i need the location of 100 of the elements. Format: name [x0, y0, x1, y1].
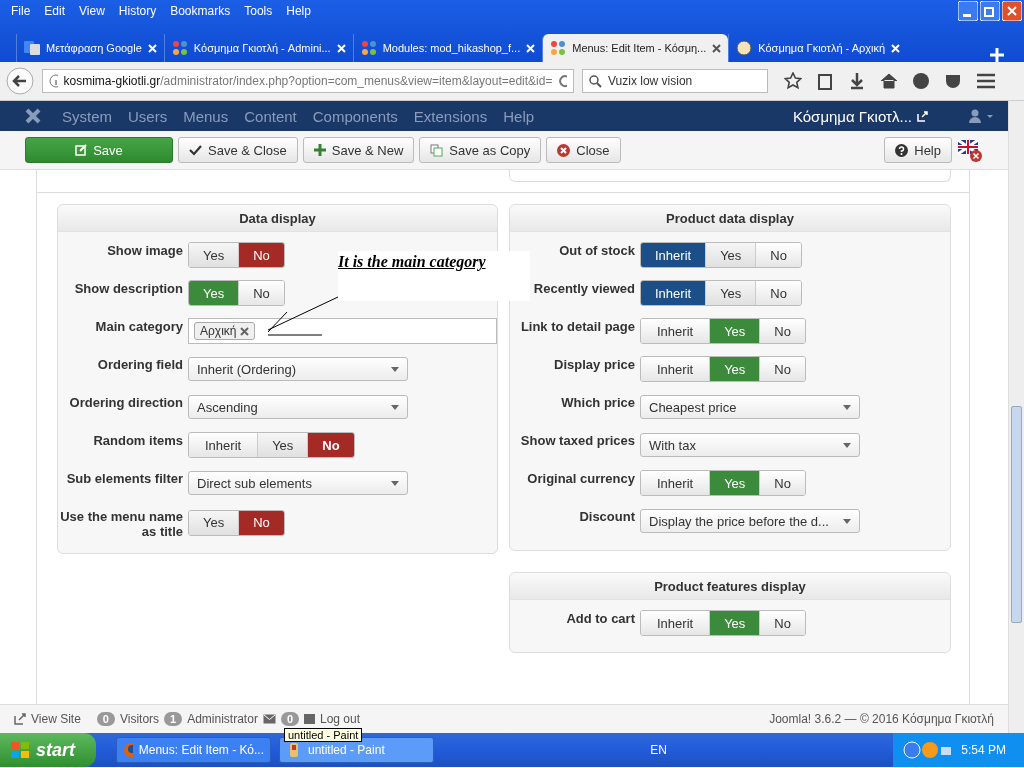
edit-icon [75, 144, 88, 156]
dropdown-caret-icon [391, 404, 399, 410]
toggle-option[interactable]: No [308, 433, 354, 457]
firefox-icon [123, 742, 133, 758]
home-icon[interactable] [880, 72, 898, 90]
scrollbar[interactable] [1008, 101, 1024, 733]
toggle-option[interactable]: No [756, 281, 801, 305]
toolbar-button[interactable]: Save [25, 137, 173, 163]
menu-icon[interactable] [976, 72, 996, 90]
help-icon [895, 143, 909, 157]
toggle-option[interactable]: Inherit [641, 471, 711, 495]
toggle-option[interactable]: Yes [710, 471, 761, 495]
admin-menu-item[interactable]: System [54, 107, 120, 125]
copy-icon [430, 143, 444, 157]
field-label: Show image [106, 242, 184, 258]
annotation-text: It is the main category [338, 253, 486, 271]
field-label: Show description [73, 280, 184, 296]
flag-icon[interactable] [957, 137, 983, 163]
menu-item[interactable]: Tools [237, 4, 280, 18]
menu-item[interactable]: File [4, 4, 38, 18]
toolbar-button[interactable]: Close [546, 137, 621, 163]
toggle-option[interactable]: Inherit [641, 319, 711, 343]
restore-icon[interactable] [980, 1, 1000, 21]
toolbar-button[interactable]: Save & Close [178, 137, 298, 163]
toggle-option[interactable]: No [239, 281, 284, 305]
admin-menu-item[interactable]: Components [304, 107, 406, 125]
remove-icon[interactable] [240, 326, 250, 336]
toggle-option[interactable]: Yes [710, 319, 761, 343]
toggle-option[interactable]: Inherit [641, 611, 711, 635]
browser-tab[interactable]: Menus: Edit Item - Κόσμη... [542, 34, 729, 62]
admin-menu-item[interactable]: Menus [175, 107, 237, 125]
dropdown[interactable]: Ascending [188, 395, 408, 419]
dropdown[interactable]: Inherit (Ordering) [188, 357, 408, 381]
toggle-option[interactable]: No [756, 243, 801, 267]
toggle-option[interactable]: No [760, 319, 805, 343]
toggle-option[interactable]: No [760, 611, 805, 635]
view-site-link[interactable]: View Site [31, 712, 81, 726]
toggle-option[interactable]: Yes [706, 281, 757, 305]
tag-input-field[interactable]: Αρχική [188, 318, 497, 344]
user-icon[interactable] [968, 109, 994, 123]
logout-link[interactable]: Log out [320, 712, 361, 726]
dropdown-caret-icon [843, 404, 851, 410]
address-bar[interactable]: kosmima-gkiotli.gr/administrator/index.php?option=com_menus&view=item&layout=edit&id= [42, 69, 574, 93]
minimize-icon[interactable] [958, 1, 978, 21]
clock: 5:54 PM [961, 743, 1006, 757]
dropdown[interactable]: Display the price before the d... [640, 509, 860, 533]
count-badge: 0 [280, 712, 299, 726]
menu-item[interactable]: Help [279, 4, 318, 18]
tray-icons[interactable] [903, 741, 954, 759]
language-indicator[interactable]: EN [650, 743, 667, 757]
toggle-option[interactable]: No [239, 243, 284, 267]
download-icon[interactable] [848, 72, 866, 90]
star-icon[interactable] [784, 72, 802, 90]
toggle-option[interactable]: No [239, 510, 284, 535]
site-link[interactable]: Κόσμημα Γκιοτλ... [792, 107, 912, 125]
toggle-option[interactable]: Inherit [641, 243, 707, 267]
menu-item[interactable]: View [72, 4, 112, 18]
toggle-option[interactable]: Inherit [189, 433, 259, 457]
footer-text: Joomla! 3.6.2 — © 2016 Κόσμημα Γκιοτλή [769, 712, 994, 726]
toggle-option[interactable]: No [760, 471, 805, 495]
toggle-option[interactable]: Yes [710, 357, 761, 381]
admin-menu-item[interactable]: Content [236, 107, 305, 125]
taskbar-button[interactable]: Menus: Edit Item - Κό... [116, 737, 271, 763]
toggle-option[interactable]: Inherit [641, 281, 707, 305]
toggle-option[interactable]: Yes [258, 433, 309, 457]
field-label: Which price [560, 394, 636, 410]
help-button[interactable]: Help [884, 137, 952, 163]
dropdown[interactable]: Cheapest price [640, 395, 860, 419]
admin-menu-item[interactable]: Users [120, 107, 176, 125]
reload-icon[interactable] [558, 74, 567, 88]
windows-flag-icon [10, 741, 30, 759]
toggle-option[interactable]: Yes [189, 510, 240, 535]
dropdown[interactable]: With tax [640, 433, 860, 457]
toggle-option[interactable]: Yes [189, 281, 240, 305]
toggle-option[interactable]: Yes [189, 243, 240, 267]
check-icon [189, 144, 202, 156]
logout-icon [304, 714, 315, 724]
menu-item[interactable]: History [111, 4, 164, 18]
joomla-icon[interactable] [24, 107, 42, 125]
admin-menu-item[interactable]: Extensions [405, 107, 496, 125]
toolbar-button[interactable]: Save as Copy [419, 137, 542, 163]
mail-icon [262, 714, 276, 724]
dropdown[interactable]: Direct sub elements [188, 471, 408, 495]
toggle-option[interactable]: Yes [706, 243, 757, 267]
toggle-option[interactable]: Yes [710, 611, 761, 635]
field-label: Link to detail page [519, 318, 636, 334]
plus-icon[interactable] [990, 48, 1004, 62]
close-icon[interactable] [712, 43, 722, 53]
search-field[interactable]: Vuzix low vision [582, 69, 768, 93]
toolbar-button[interactable]: Save & New [302, 137, 415, 163]
dropdown-caret-icon [391, 366, 399, 372]
field-label: Recently viewed [532, 280, 636, 296]
menu-item[interactable]: Edit [37, 4, 73, 18]
dropdown-caret-icon [391, 480, 399, 486]
back-icon[interactable] [6, 67, 34, 95]
toggle-option[interactable]: Inherit [641, 357, 711, 381]
admin-menu-item[interactable]: Help [495, 107, 543, 125]
menu-item[interactable]: Bookmarks [163, 4, 238, 18]
joomla-icon [550, 40, 567, 56]
toggle-option[interactable]: No [760, 357, 805, 381]
